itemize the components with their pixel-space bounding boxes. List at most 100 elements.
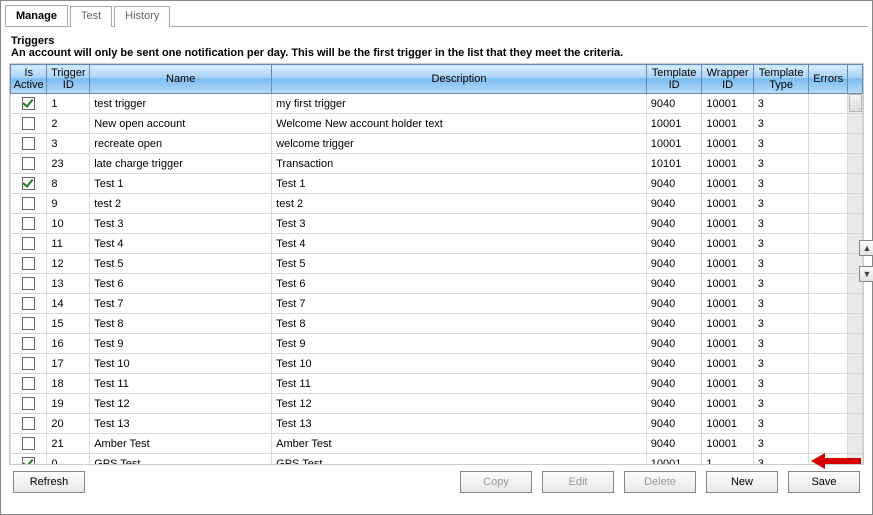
is-active-checkbox[interactable] [22,237,35,250]
table-row[interactable]: 9test 2test 29040100013 [11,194,863,214]
cell-name: Test 3 [90,214,272,234]
is-active-checkbox[interactable] [22,277,35,290]
scroll-gutter [847,314,862,334]
table-row[interactable]: 1test triggermy first trigger9040100013 [11,94,863,114]
new-button[interactable]: New [706,471,778,493]
table-row[interactable]: 8Test 1Test 19040100013 [11,174,863,194]
col-is-active[interactable]: Is Active [11,65,47,94]
cell-trigger-id: 1 [47,94,90,114]
is-active-checkbox[interactable] [22,377,35,390]
scroll-gutter [847,334,862,354]
table-scrollbar-thumb[interactable] [849,94,862,112]
cell-template-id: 9040 [646,354,702,374]
table-row[interactable]: 14Test 7Test 79040100013 [11,294,863,314]
table-row[interactable]: 3recreate openwelcome trigger10001100013 [11,134,863,154]
is-active-checkbox[interactable] [22,337,35,350]
cell-trigger-id: 20 [47,414,90,434]
table-row[interactable]: 16Test 9Test 99040100013 [11,334,863,354]
table-row[interactable]: 19Test 12Test 129040100013 [11,394,863,414]
is-active-checkbox[interactable] [22,457,35,465]
col-template-id[interactable]: Template ID [646,65,702,94]
is-active-checkbox[interactable] [22,217,35,230]
col-scroll-gutter [847,65,862,94]
cell-template-type: 3 [753,214,809,234]
table-row[interactable]: 23late charge triggerTransaction10101100… [11,154,863,174]
cell-template-type: 3 [753,374,809,394]
is-active-checkbox[interactable] [22,117,35,130]
is-active-checkbox[interactable] [22,357,35,370]
col-wrapper-id[interactable]: Wrapper ID [702,65,753,94]
cell-wrapper-id: 10001 [702,234,753,254]
is-active-checkbox[interactable] [22,157,35,170]
cell-description: GPS Test [272,454,647,466]
table-row[interactable]: 18Test 11Test 119040100013 [11,374,863,394]
is-active-checkbox[interactable] [22,97,35,110]
table-row[interactable]: 13Test 6Test 69040100013 [11,274,863,294]
is-active-checkbox[interactable] [22,317,35,330]
cell-template-id: 9040 [646,374,702,394]
table-row[interactable]: 12Test 5Test 59040100013 [11,254,863,274]
table-row[interactable]: 11Test 4Test 49040100013 [11,234,863,254]
cell-wrapper-id: 10001 [702,254,753,274]
cell-template-type: 3 [753,194,809,214]
scroll-up-icon[interactable]: ▲ [859,240,873,256]
cell-errors [809,354,848,374]
is-active-checkbox[interactable] [22,177,35,190]
refresh-button[interactable]: Refresh [13,471,85,493]
is-active-checkbox[interactable] [22,397,35,410]
cell-errors [809,454,848,466]
edit-button[interactable]: Edit [542,471,614,493]
cell-template-type: 3 [753,294,809,314]
cell-errors [809,274,848,294]
is-active-checkbox[interactable] [22,437,35,450]
cell-template-type: 3 [753,114,809,134]
table-row[interactable]: 2New open accountWelcome New account hol… [11,114,863,134]
is-active-checkbox[interactable] [22,417,35,430]
is-active-checkbox[interactable] [22,197,35,210]
table-row[interactable]: 15Test 8Test 89040100013 [11,314,863,334]
delete-button[interactable]: Delete [624,471,696,493]
save-button[interactable]: Save [788,471,860,493]
copy-button[interactable]: Copy [460,471,532,493]
scroll-down-icon[interactable]: ▼ [859,266,873,282]
cell-trigger-id: 23 [47,154,90,174]
cell-errors [809,334,848,354]
cell-errors [809,114,848,134]
cell-name: Test 9 [90,334,272,354]
tab-manage[interactable]: Manage [5,5,68,26]
is-active-checkbox[interactable] [22,257,35,270]
cell-wrapper-id: 10001 [702,154,753,174]
cell-trigger-id: 17 [47,354,90,374]
cell-errors [809,174,848,194]
scroll-gutter [847,194,862,214]
table-row[interactable]: 10Test 3Test 39040100013 [11,214,863,234]
scroll-gutter [847,174,862,194]
cell-name: Test 11 [90,374,272,394]
cell-description: Test 12 [272,394,647,414]
cell-template-id: 10001 [646,134,702,154]
col-template-type[interactable]: Template Type [753,65,809,94]
col-name[interactable]: Name [90,65,272,94]
cell-template-type: 3 [753,434,809,454]
tab-history[interactable]: History [114,6,170,27]
table-row[interactable]: 21Amber TestAmber Test9040100013 [11,434,863,454]
cell-errors [809,434,848,454]
tab-test[interactable]: Test [70,6,112,27]
is-active-checkbox[interactable] [22,297,35,310]
cell-wrapper-id: 10001 [702,354,753,374]
cell-description: my first trigger [272,94,647,114]
cell-errors [809,314,848,334]
cell-description: Test 4 [272,234,647,254]
cell-name: recreate open [90,134,272,154]
col-trigger-id[interactable]: Trigger ID [47,65,90,94]
col-description[interactable]: Description [272,65,647,94]
col-errors[interactable]: Errors [809,65,848,94]
cell-errors [809,214,848,234]
cell-template-type: 3 [753,354,809,374]
cell-wrapper-id: 10001 [702,334,753,354]
is-active-checkbox[interactable] [22,137,35,150]
table-row[interactable]: 17Test 10Test 109040100013 [11,354,863,374]
cell-description: Test 6 [272,274,647,294]
table-row[interactable]: 20Test 13Test 139040100013 [11,414,863,434]
table-row[interactable]: 0GPS TestGPS Test1000113 [11,454,863,466]
